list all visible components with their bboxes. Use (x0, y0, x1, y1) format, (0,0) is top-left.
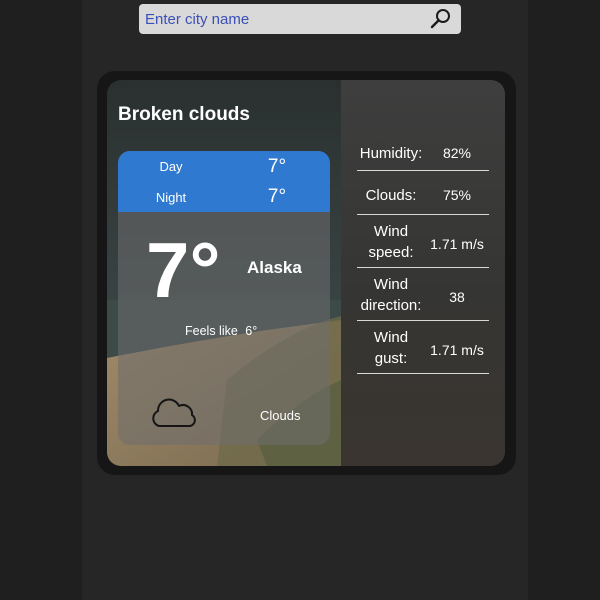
stat-clouds: Clouds: 75% (357, 171, 489, 215)
stat-value: 38 (449, 289, 465, 305)
stat-label: Wind direction: (360, 276, 422, 314)
cloud-icon (152, 398, 196, 427)
stat-value: 1.71 m/s (430, 342, 484, 358)
stat-value: 1.71 m/s (430, 236, 484, 252)
current-temperature: 7° (146, 226, 221, 314)
stat-value: 75% (442, 187, 472, 203)
stat-label: Wind gust: (373, 329, 409, 367)
search-bar (139, 4, 461, 34)
day-night-bar: Day 7° Night 7° (118, 151, 330, 212)
day-label: Day (159, 159, 183, 174)
night-row: Night 7° (118, 185, 330, 209)
location-name: Alaska (247, 258, 302, 277)
feels-like-value: 6° (245, 324, 258, 338)
feels-like-label: Feels like (185, 324, 238, 338)
weather-main-pane: Broken clouds Day 7° Night 7° 7° Alaska … (107, 80, 341, 466)
weather-description: Clouds (260, 408, 301, 423)
feels-like: Feels like 6° (185, 324, 257, 338)
search-button[interactable] (429, 7, 453, 31)
day-temp: 7° (267, 156, 287, 177)
search-input[interactable] (145, 6, 425, 32)
stat-value: 82% (442, 145, 472, 161)
stat-wind-gust: Wind gust: 1.71 m/s (357, 321, 489, 374)
stat-label: Humidity: (359, 145, 423, 162)
stat-label: Clouds: (365, 187, 417, 204)
magnifier-icon (430, 9, 450, 29)
weather-card: Broken clouds Day 7° Night 7° 7° Alaska … (107, 80, 505, 466)
night-temp: 7° (267, 186, 287, 207)
day-row: Day 7° (118, 154, 330, 178)
stat-wind-speed: Wind speed: 1.71 m/s (357, 215, 489, 268)
stat-label: Wind speed: (368, 223, 414, 261)
temperature-panel: Day 7° Night 7° 7° Alaska Feels like 6° … (118, 151, 330, 445)
stat-wind-direction: Wind direction: 38 (357, 268, 489, 321)
night-label: Night (155, 190, 187, 205)
condition-title: Broken clouds (118, 104, 250, 125)
weather-details-pane: Humidity: 82% Clouds: 75% Wind speed: 1.… (341, 80, 505, 466)
stat-humidity: Humidity: 82% (357, 140, 489, 171)
